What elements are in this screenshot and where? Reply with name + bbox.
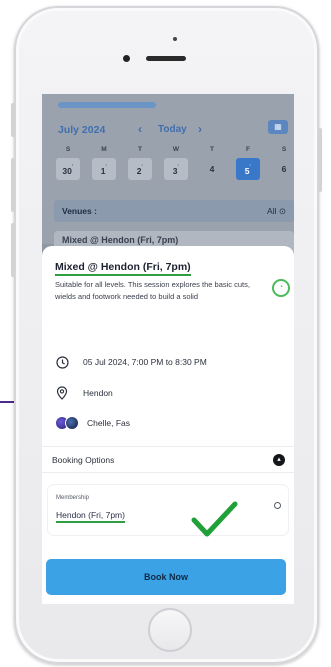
session-coaches-row: Chelle, Fas: [55, 416, 130, 430]
circle-chevron-icon: ⊙: [278, 206, 286, 216]
membership-label: Membership: [56, 495, 90, 501]
session-description: Suitable for all levels. This session ex…: [55, 280, 250, 301]
list-icon[interactable]: ☰: [292, 120, 294, 134]
session-title: Mixed @ Hendon (Fri, 7pm): [55, 261, 191, 276]
clock-status-icon: ◔: [272, 279, 290, 297]
booking-options-label: Booking Options: [52, 455, 115, 465]
date-number: 1: [100, 165, 106, 176]
date-number: 4: [209, 164, 215, 174]
weekday-label: S: [281, 146, 287, 153]
chevron-left-icon[interactable]: ‹: [138, 122, 142, 136]
date-number: 6: [281, 164, 287, 174]
month-label: July 2024: [58, 124, 106, 136]
front-camera: [123, 55, 130, 62]
event-dot: ·: [177, 163, 180, 169]
session-coaches: Chelle, Fas: [87, 418, 130, 428]
venues-value: All ⊙: [267, 206, 286, 216]
weekday-label: S: [65, 146, 71, 153]
divider: [42, 446, 294, 447]
mute-switch: [11, 103, 15, 137]
weekday-label: W: [172, 146, 180, 153]
date-cell[interactable]: 4: [200, 158, 224, 180]
phone-frame: July 2024 ‹ Today › ▦ ☰ S M T W T F S 30…: [11, 6, 322, 664]
date-cell[interactable]: 3·: [164, 158, 188, 180]
membership-radio[interactable]: [274, 502, 281, 509]
date-cell[interactable]: 30·: [56, 158, 80, 180]
date-number: 2: [136, 165, 142, 176]
event-dot: ·: [249, 163, 252, 169]
weekday-label: M: [101, 146, 107, 153]
weekday-label: F: [246, 146, 250, 153]
sensor: [173, 37, 177, 41]
calendar-top-bar: [58, 102, 156, 108]
session-time: 05 Jul 2024, 7:00 PM to 8:30 PM: [83, 357, 207, 367]
event-dot: ·: [71, 163, 74, 169]
book-now-button[interactable]: Book Now: [46, 559, 286, 595]
today-button[interactable]: Today: [158, 124, 187, 135]
weekday-label: T: [210, 146, 214, 153]
checkmark-icon: [191, 501, 238, 537]
event-dot: ·: [141, 163, 144, 169]
date-cell[interactable]: 2·: [128, 158, 152, 180]
membership-name: Hendon (Fri, 7pm): [56, 510, 125, 523]
weekday-label: T: [138, 146, 142, 153]
venues-filter[interactable]: Venues : All ⊙: [54, 200, 294, 222]
date-cell[interactable]: 1·: [92, 158, 116, 180]
date-number: 30: [62, 165, 72, 176]
session-bottom-sheet: Mixed @ Hendon (Fri, 7pm) Suitable for a…: [42, 246, 294, 604]
app-screen: July 2024 ‹ Today › ▦ ☰ S M T W T F S 30…: [42, 94, 294, 604]
home-button: [148, 608, 192, 652]
session-venue: Hendon: [83, 388, 113, 398]
date-cell-selected[interactable]: 5·: [236, 158, 260, 180]
power-button: [318, 128, 322, 192]
coach-avatars: [55, 416, 85, 430]
membership-option[interactable]: Membership Hendon (Fri, 7pm): [48, 485, 288, 535]
collapse-icon[interactable]: ▴: [273, 454, 285, 466]
weekday-row: S M T W T F S: [56, 146, 294, 153]
calendar-section: July 2024 ‹ Today › ▦ ☰ S M T W T F S 30…: [42, 94, 294, 244]
location-pin-icon: [55, 386, 69, 400]
venues-label: Venues :: [62, 206, 97, 216]
clock-icon: [55, 355, 69, 369]
session-venue-row: Hendon: [55, 386, 113, 400]
chevron-right-icon[interactable]: ›: [198, 122, 202, 136]
date-row: 30· 1· 2· 3· 4 5· 6: [56, 158, 294, 180]
peek-card-title: Mixed @ Hendon (Fri, 7pm): [62, 235, 179, 245]
event-dot: ·: [105, 163, 108, 169]
calendar-grid-icon[interactable]: ▦: [268, 120, 288, 134]
volume-down-button: [11, 223, 15, 277]
date-number: 3: [172, 165, 178, 176]
divider: [42, 472, 294, 473]
date-cell[interactable]: 6: [272, 158, 294, 180]
session-time-row: 05 Jul 2024, 7:00 PM to 8:30 PM: [55, 355, 207, 369]
earpiece-speaker: [146, 56, 186, 61]
date-number: 5: [244, 165, 250, 176]
volume-up-button: [11, 158, 15, 212]
annotation-side-line: [0, 401, 14, 403]
avatar: [65, 416, 79, 430]
